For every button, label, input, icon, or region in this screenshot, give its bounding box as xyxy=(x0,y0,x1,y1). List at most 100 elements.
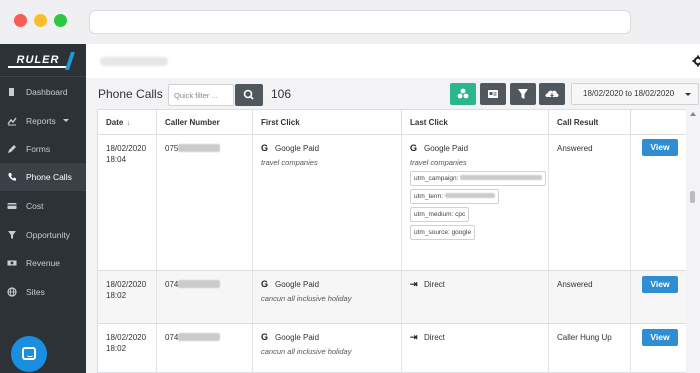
share-nodes-icon xyxy=(457,88,469,99)
source-keyword: travel companies xyxy=(261,158,318,167)
filter-button[interactable] xyxy=(510,83,536,105)
first-click-cell: G Google Paid cancun all inclusive holida… xyxy=(253,271,402,323)
caller-cell: 074 xyxy=(157,324,253,372)
call-result: Answered xyxy=(557,280,593,289)
calls-table: Date ↓ Caller Number First Click Last Cli… xyxy=(97,109,689,373)
call-date: 18/02/2020 xyxy=(106,280,147,289)
browser-chrome xyxy=(0,0,700,44)
sidebar-item-label: Phone Calls xyxy=(26,172,72,182)
source-name: Google Paid xyxy=(275,280,320,289)
first-click-cell: G Google Paid cancun all inclusive holida… xyxy=(253,324,402,372)
call-time: 18:02 xyxy=(106,291,127,300)
sidebar-item-reports[interactable]: Reports xyxy=(0,107,86,135)
sort-arrow-icon: ↓ xyxy=(126,118,131,127)
top-bar xyxy=(86,44,700,78)
last-click-cell: ⇥ Direct xyxy=(402,271,549,323)
call-time: 18:04 xyxy=(106,155,127,164)
main-content: Phone Calls 106 18/02/2020 to 18/02/2020… xyxy=(86,44,700,373)
google-icon: G xyxy=(261,279,269,289)
sidebar-item-label: Opportunity xyxy=(26,230,70,240)
maximize-window-button[interactable] xyxy=(54,14,67,27)
card-icon xyxy=(7,203,17,209)
sidebar-item-forms[interactable]: Forms xyxy=(0,135,86,163)
utm-tag: utm_medium: cpc xyxy=(410,207,470,222)
column-header-call-result[interactable]: Call Result xyxy=(549,110,631,135)
sidebar-item-dashboard[interactable]: Dashboard xyxy=(0,78,86,106)
date-range-picker[interactable]: 18/02/2020 to 18/02/2020 xyxy=(571,83,699,105)
caller-cell: 075 xyxy=(157,135,253,270)
chevron-down-icon xyxy=(685,93,691,96)
direct-entry-icon: ⇥ xyxy=(410,332,418,342)
minimize-window-button[interactable] xyxy=(34,14,47,27)
contact-card-button[interactable] xyxy=(480,83,506,105)
column-header-label: Date xyxy=(106,118,124,127)
close-window-button[interactable] xyxy=(14,14,27,27)
column-header-last-click[interactable]: Last Click xyxy=(402,110,549,135)
sidebar-item-revenue[interactable]: Revenue xyxy=(0,249,86,277)
date-cell: 18/02/2020 18:02 xyxy=(98,271,157,323)
google-icon: G xyxy=(261,332,269,342)
account-name-redacted xyxy=(100,57,168,66)
call-time: 18:02 xyxy=(106,344,127,353)
table-row: 18/02/2020 18:04 075 G Google Paid travel… xyxy=(98,135,688,271)
call-result-cell: Caller Hung Up xyxy=(549,324,631,372)
source-name: Google Paid xyxy=(424,144,469,153)
download-button[interactable] xyxy=(539,83,565,105)
utm-tag: utm_source: google xyxy=(410,225,476,240)
view-button[interactable]: View xyxy=(642,329,678,346)
call-result: Answered xyxy=(557,144,593,153)
scrollbar-thumb[interactable] xyxy=(690,191,695,203)
scroll-up-icon[interactable] xyxy=(690,112,696,116)
cloud-download-icon xyxy=(545,90,559,98)
search-icon xyxy=(243,89,254,100)
google-icon: G xyxy=(410,143,418,153)
gear-icon[interactable] xyxy=(692,55,700,67)
search-button[interactable] xyxy=(235,84,263,106)
quick-filter-input[interactable] xyxy=(168,84,234,106)
caller-number: 074 xyxy=(165,333,179,342)
sidebar-item-label: Forms xyxy=(26,144,51,154)
divider xyxy=(0,76,86,77)
google-icon: G xyxy=(261,143,269,153)
result-count: 106 xyxy=(271,87,292,101)
last-click-cell: ⇥ Direct xyxy=(402,324,549,372)
ruler-logo[interactable]: RULER xyxy=(8,52,75,70)
view-button[interactable]: View xyxy=(642,139,678,156)
table-row: 18/02/2020 18:02 074 G Google Paid cancun… xyxy=(98,324,688,372)
money-icon xyxy=(7,260,17,266)
page-title: Phone Calls xyxy=(98,87,163,101)
utm-tag: utm_campaign: xyxy=(410,171,547,186)
chart-icon xyxy=(7,117,17,126)
caller-number: 075 xyxy=(165,144,179,153)
chat-launcher-button[interactable] xyxy=(11,336,47,372)
redacted-number xyxy=(178,280,221,288)
phone-icon xyxy=(8,173,16,181)
sidebar-item-sites[interactable]: Sites xyxy=(0,278,86,306)
first-click-cell: G Google Paid travel companies xyxy=(253,135,402,270)
sidebar-item-cost[interactable]: Cost xyxy=(0,192,86,220)
column-header-date[interactable]: Date ↓ xyxy=(98,110,157,135)
utm-tag: utm_term: xyxy=(410,189,500,204)
table-row: 18/02/2020 18:02 074 G Google Paid cancun… xyxy=(98,271,688,324)
column-header-actions xyxy=(631,110,688,135)
caller-cell: 074 xyxy=(157,271,253,323)
redacted-number xyxy=(178,144,221,152)
sidebar-item-phone-calls[interactable]: Phone Calls xyxy=(0,163,86,191)
sidebar-item-opportunity[interactable]: Opportunity xyxy=(0,221,86,249)
call-date: 18/02/2020 xyxy=(106,144,147,153)
vertical-scrollbar[interactable] xyxy=(686,109,700,373)
date-cell: 18/02/2020 18:02 xyxy=(98,324,157,372)
column-header-first-click[interactable]: First Click xyxy=(253,110,402,135)
chat-icon xyxy=(22,347,36,360)
call-date: 18/02/2020 xyxy=(106,333,147,342)
pencil-icon xyxy=(8,145,16,153)
sidebar-item-label: Reports xyxy=(26,116,56,126)
view-button[interactable]: View xyxy=(642,276,678,293)
integrations-button[interactable] xyxy=(450,83,476,105)
address-bar[interactable] xyxy=(89,10,631,34)
column-header-caller[interactable]: Caller Number xyxy=(157,110,253,135)
caller-number: 074 xyxy=(165,280,179,289)
source-name: Google Paid xyxy=(275,333,320,342)
source-name: Direct xyxy=(424,333,445,342)
date-range-label: 18/02/2020 to 18/02/2020 xyxy=(583,89,675,98)
